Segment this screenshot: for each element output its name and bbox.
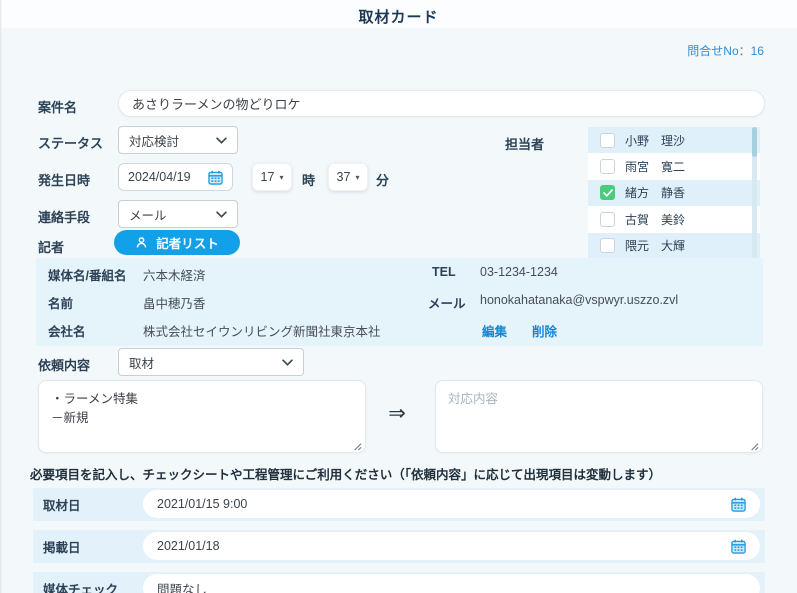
case-name-label: 案件名 <box>38 97 77 116</box>
media-check-value: 問題なし <box>157 579 207 593</box>
minute-select[interactable]: 37 ▾ <box>328 163 368 191</box>
occurred-at-label: 発生日時 <box>38 170 90 189</box>
assignee-name: 隈元 大輝 <box>625 237 685 254</box>
request-detail-textarea[interactable]: ・ラーメン特集 －新規 <box>38 380 366 453</box>
person-icon <box>135 236 148 249</box>
checklist-note: 必要項目を記入し、チェックシートや工程管理にご利用ください（「依頼内容」に応じて… <box>30 464 661 483</box>
checklist-row-media-check: 媒体チェック 問題なし <box>33 572 765 593</box>
assignee-row-4[interactable]: 隈元 大輝 <box>588 233 760 259</box>
coverage-date-value: 2021/01/15 9:00 <box>157 497 247 511</box>
chevron-down-icon <box>216 133 227 147</box>
request-type-value: 取材 <box>129 353 154 372</box>
publish-date-value: 2021/01/18 <box>157 539 220 553</box>
checkbox-checked[interactable] <box>600 185 615 200</box>
person-name-label: 名前 <box>48 293 73 312</box>
dropdown-arrow-icon: ▾ <box>355 173 359 182</box>
media-name-value: 六本木経済 <box>143 265 206 284</box>
assignee-row-3[interactable]: 古賀 美鈴 <box>588 206 760 232</box>
status-value: 対応検討 <box>129 131 179 150</box>
page-title: 取材カード <box>0 6 797 27</box>
person-name-value: 畠中穂乃香 <box>143 293 206 312</box>
assignee-row-1[interactable]: 雨宮 寛二 <box>588 153 760 179</box>
chevron-down-icon <box>216 207 227 221</box>
occurred-date-value: 2024/04/19 <box>128 170 191 184</box>
minute-unit-label: 分 <box>376 170 389 189</box>
arrow-right-icon: ⇒ <box>380 401 414 426</box>
checklist-row-coverage-date: 取材日 2021/01/15 9:00 <box>33 488 765 521</box>
coverage-date-label: 取材日 <box>43 488 81 521</box>
case-name-input[interactable]: あさりラーメンの物どりロケ <box>118 90 765 117</box>
email-label: メール <box>428 293 466 312</box>
assignees-label: 担当者 <box>505 134 544 153</box>
checkbox[interactable] <box>600 159 615 174</box>
minute-value: 37 <box>337 170 351 184</box>
media-check-label: 媒体チェック <box>43 572 118 593</box>
resize-handle-icon[interactable] <box>351 438 362 449</box>
calendar-icon[interactable] <box>731 539 746 554</box>
request-type-select[interactable]: 取材 <box>118 348 304 376</box>
response-detail-wrap <box>435 380 763 453</box>
checkbox[interactable] <box>600 238 615 253</box>
request-detail-wrap: ・ラーメン特集 －新規 <box>38 380 366 453</box>
calendar-icon[interactable] <box>731 497 746 512</box>
calendar-icon[interactable] <box>208 170 223 185</box>
contact-method-value: メール <box>129 205 167 224</box>
assignee-name: 古賀 美鈴 <box>625 211 685 228</box>
checklist-row-publish-date: 掲載日 2021/01/18 <box>33 530 765 563</box>
assignee-row-2[interactable]: 緒方 静香 <box>588 180 760 206</box>
scrollbar-thumb[interactable] <box>752 127 757 157</box>
contact-method-select[interactable]: メール <box>118 200 238 228</box>
assignee-name: 小野 理沙 <box>625 132 685 149</box>
dropdown-arrow-icon: ▾ <box>279 173 283 182</box>
publish-date-input[interactable]: 2021/01/18 <box>143 532 760 560</box>
inquiry-number: 問合せNo：16 <box>687 42 764 59</box>
case-name-value: あさりラーメンの物どりロケ <box>132 94 300 113</box>
media-info-panel: 媒体名/番組名 六本木経済 名前 畠中穂乃香 会社名 株式会社セイウンリビング新… <box>36 258 763 346</box>
reporter-list-button[interactable]: 記者リスト <box>114 230 240 255</box>
assignee-list: 小野 理沙 雨宮 寛二 緒方 静香 古賀 美鈴 隈元 大輝 <box>588 127 760 259</box>
hour-value: 17 <box>261 170 275 184</box>
coverage-date-input[interactable]: 2021/01/15 9:00 <box>143 490 760 518</box>
coverage-card-page: 取材カード 問合せNo：16 案件名 あさりラーメンの物どりロケ ステータス 対… <box>0 0 797 593</box>
reporter-list-button-label: 記者リスト <box>156 233 219 252</box>
delete-link[interactable]: 削除 <box>532 321 557 340</box>
scrollbar-track[interactable] <box>752 127 757 259</box>
checkbox[interactable] <box>600 212 615 227</box>
email-value: honokahatanaka@vspwyr.uszzo.zvl <box>480 293 678 307</box>
assignee-name: 緒方 静香 <box>625 184 685 201</box>
status-select[interactable]: 対応検討 <box>118 126 238 154</box>
company-name-label: 会社名 <box>48 321 86 340</box>
assignee-name: 雨宮 寛二 <box>625 158 685 175</box>
reporter-label: 記者 <box>38 237 64 256</box>
chevron-down-icon <box>282 355 293 369</box>
request-type-label: 依頼内容 <box>38 355 90 374</box>
response-detail-textarea[interactable] <box>435 380 763 453</box>
edit-link[interactable]: 編集 <box>482 321 507 340</box>
contact-method-label: 連絡手段 <box>38 207 90 226</box>
media-check-input[interactable]: 問題なし <box>143 574 760 593</box>
resize-handle-icon[interactable] <box>748 438 759 449</box>
publish-date-label: 掲載日 <box>43 530 81 563</box>
hour-unit-label: 時 <box>302 170 315 189</box>
company-name-value: 株式会社セイウンリビング新聞社東京本社 <box>143 321 381 340</box>
tel-label: TEL <box>432 265 456 279</box>
media-name-label: 媒体名/番組名 <box>48 265 126 284</box>
hour-select[interactable]: 17 ▾ <box>252 163 292 191</box>
occurred-date-input[interactable]: 2024/04/19 <box>118 163 233 191</box>
tel-value: 03-1234-1234 <box>480 265 558 279</box>
checkbox[interactable] <box>600 133 615 148</box>
status-label: ステータス <box>38 133 103 152</box>
assignee-row-0[interactable]: 小野 理沙 <box>588 127 760 153</box>
